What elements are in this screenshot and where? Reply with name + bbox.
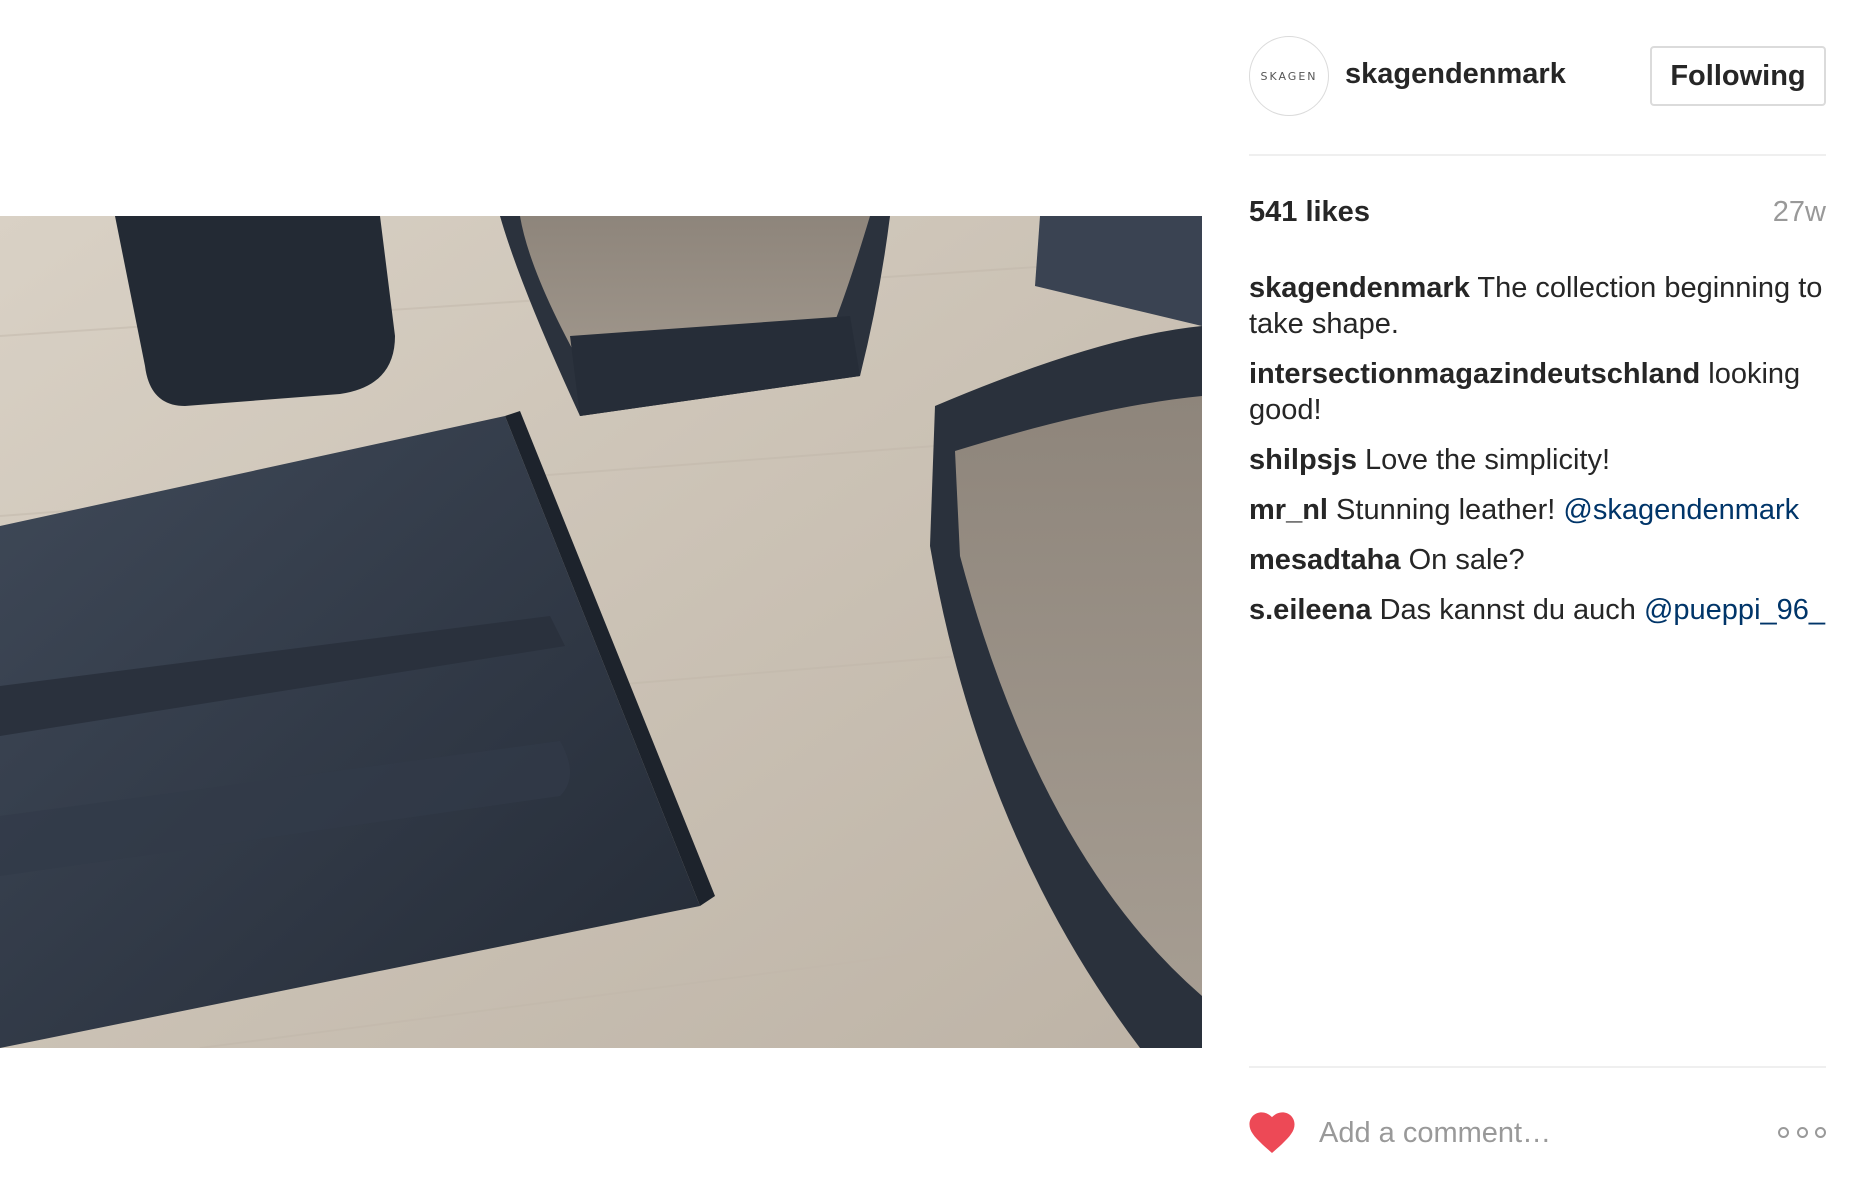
author-username[interactable]: skagendenmark — [1345, 58, 1566, 91]
comment-item: intersectionmagazindeutschland looking g… — [1249, 356, 1826, 428]
comment-item: skagendenmark The collection beginning t… — [1249, 270, 1826, 342]
post-header: SKAGEN skagendenmark Following — [1249, 36, 1826, 116]
likes-count[interactable]: 541 likes — [1249, 196, 1370, 229]
more-dot — [1796, 1126, 1808, 1138]
header-divider — [1249, 154, 1826, 156]
more-options-icon[interactable] — [1778, 1120, 1826, 1144]
post-photo-image — [0, 216, 1202, 1048]
more-dot — [1778, 1126, 1789, 1138]
comment-username[interactable]: mesadtaha — [1249, 544, 1401, 576]
post-side-panel: SKAGEN skagendenmark Following 541 likes… — [1249, 0, 1826, 1200]
post-timestamp[interactable]: 27w — [1773, 196, 1826, 229]
post-photo[interactable] — [0, 216, 1202, 1048]
comment-username[interactable]: s.eileena — [1249, 594, 1372, 626]
post-page: SKAGEN skagendenmark Following 541 likes… — [0, 0, 1864, 1200]
comment-username[interactable]: intersectionmagazindeutschland — [1249, 358, 1700, 390]
add-comment-input[interactable] — [1319, 1110, 1739, 1156]
comment-text: Das kannst du auch — [1371, 594, 1644, 626]
likes-row: 541 likes 27w — [1249, 196, 1826, 236]
comment-mention-link[interactable]: @pueppi_96_ — [1644, 594, 1825, 626]
comment-username[interactable]: shilpsjs — [1249, 444, 1357, 476]
comment-mention-link[interactable]: @skagendenmark — [1563, 494, 1799, 526]
comment-item: mesadtaha On sale? — [1249, 542, 1826, 578]
comment-item: shilpsjs Love the simplicity! — [1249, 442, 1826, 478]
comment-text: Stunning leather! — [1327, 494, 1564, 526]
footer-divider — [1249, 1066, 1826, 1068]
comment-username[interactable]: mr_nl — [1249, 494, 1328, 526]
comment-item: s.eileena Das kannst du auch @pueppi_96_ — [1249, 592, 1826, 628]
avatar-logo-text: SKAGEN — [1260, 69, 1318, 83]
heart-icon[interactable] — [1249, 1112, 1295, 1154]
comment-text: On sale? — [1400, 544, 1525, 576]
comment-item: mr_nl Stunning leather! @skagendenmark — [1249, 492, 1826, 528]
more-dot — [1815, 1126, 1826, 1138]
comment-text: Love the simplicity! — [1357, 444, 1611, 476]
following-button[interactable]: Following — [1650, 46, 1826, 106]
comment-username[interactable]: skagendenmark — [1249, 272, 1470, 304]
avatar[interactable]: SKAGEN — [1249, 36, 1329, 116]
comments-list: skagendenmark The collection beginning t… — [1249, 270, 1826, 642]
comment-bar — [1249, 1108, 1826, 1160]
